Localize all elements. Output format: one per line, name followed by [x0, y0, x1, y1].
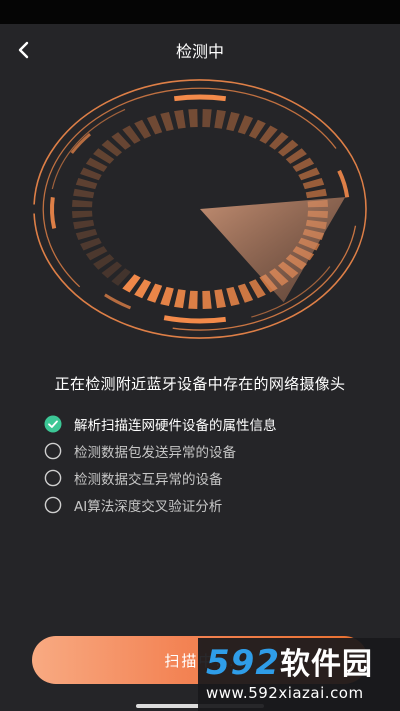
radar-scanner	[0, 76, 400, 352]
radar-sweep	[200, 197, 346, 303]
empty-circle-icon	[44, 496, 62, 514]
radar-segment	[226, 112, 240, 132]
radar-segment	[160, 112, 174, 132]
step-label: 检测数据包发送异常的设备	[74, 444, 236, 461]
radar-ring-arc	[173, 94, 227, 102]
radar-segment	[146, 283, 163, 303]
radar-segment	[72, 210, 93, 219]
radar-segment	[237, 283, 254, 303]
radar-segment	[188, 290, 198, 309]
page-title: 检测中	[175, 42, 224, 61]
scan-headline: 正在检测附近蓝牙设备中存在的网络摄像头	[54, 375, 346, 393]
step-label: 检测数据交互异常的设备	[74, 471, 223, 488]
radar-ring-arc	[337, 169, 350, 198]
scan-steps-list: 解析扫描连网硬件设备的属性信息 检测数据包发送异常的设备 检测数据交互异常的设备…	[44, 410, 374, 518]
radar-segment	[237, 115, 254, 135]
radar-segment	[73, 188, 95, 199]
radar-segment	[305, 188, 327, 199]
scan-step: AI算法深度交叉验证分析	[44, 491, 374, 518]
radar-segment	[75, 178, 98, 190]
app-header: 检测中	[0, 24, 400, 76]
radar-segment	[214, 109, 226, 129]
empty-circle-icon	[44, 442, 62, 460]
watermark-logo: 592软件园	[206, 643, 373, 683]
radar-segment	[72, 199, 93, 208]
radar-segment	[146, 115, 163, 135]
radar-segment	[73, 219, 95, 230]
check-circle-icon	[44, 415, 62, 433]
step-label: AI算法深度交叉验证分析	[74, 498, 223, 515]
step-label: 解析扫描连网硬件设备的属性信息	[74, 417, 277, 434]
radar-segment	[75, 228, 98, 240]
site-watermark: 592软件园 www.592xiazai.com	[198, 638, 400, 711]
scan-step: 解析扫描连网硬件设备的属性信息	[44, 410, 374, 437]
empty-circle-icon	[44, 469, 62, 487]
radar-segment	[160, 286, 174, 306]
radar-segment	[188, 109, 198, 128]
radar-ring-arc	[163, 315, 227, 324]
status-bar	[0, 0, 400, 24]
scan-step: 检测数据交互异常的设备	[44, 464, 374, 491]
radar-segment	[214, 289, 226, 309]
radar-segment	[202, 109, 212, 128]
scan-step: 检测数据包发送异常的设备	[44, 437, 374, 464]
radar-ring-arc	[49, 197, 57, 229]
radar-segment	[226, 286, 240, 306]
radar-segment	[174, 289, 186, 309]
radar-ring-arc	[104, 293, 132, 310]
radar-segment	[202, 290, 212, 309]
radar-segment	[302, 178, 325, 190]
radar-graphic	[33, 79, 367, 339]
radar-segment	[174, 109, 186, 129]
watermark-url: www.592xiazai.com	[206, 684, 364, 702]
